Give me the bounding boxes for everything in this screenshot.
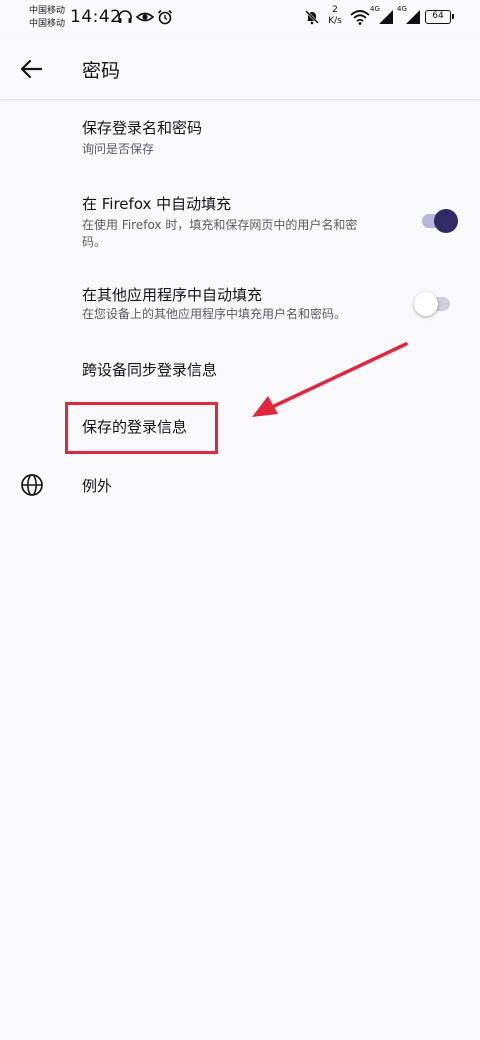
carrier-1: 中国移动 bbox=[29, 6, 66, 16]
autofill-other-apps-subtitle: 在您设备上的其他应用程序中填充用户名和密码。 bbox=[82, 307, 347, 321]
exceptions-title: 例外 bbox=[82, 477, 113, 495]
autofill-firefox-toggle[interactable] bbox=[422, 209, 458, 233]
globe-icon bbox=[21, 474, 43, 496]
eye-icon bbox=[136, 12, 154, 22]
autofill-other-apps-title: 在其他应用程序中自动填充 bbox=[82, 286, 263, 304]
app-bar: 密码 bbox=[0, 36, 480, 100]
alarm-icon bbox=[157, 9, 173, 25]
toggle-knob bbox=[434, 209, 458, 233]
annotation-highlight-box bbox=[65, 402, 218, 454]
mute-icon bbox=[305, 10, 319, 25]
autofill-other-apps-setting[interactable]: 在其他应用程序中自动填充 在您设备上的其他应用程序中填充用户名和密码。 bbox=[82, 285, 402, 323]
speed-unit: K/s bbox=[328, 16, 342, 26]
annotation-arrow bbox=[252, 342, 408, 417]
toggle-knob bbox=[414, 292, 438, 316]
battery-indicator: 64 bbox=[425, 10, 454, 24]
save-logins-subtitle: 询问是否保存 bbox=[82, 142, 155, 156]
autofill-firefox-subtitle-line2: 码。 bbox=[82, 235, 107, 249]
exceptions-item[interactable]: 例外 bbox=[82, 476, 112, 496]
page-title: 密码 bbox=[82, 60, 121, 82]
autofill-other-apps-toggle[interactable] bbox=[414, 292, 450, 316]
headphones-icon bbox=[118, 10, 132, 23]
status-time: 14:42 bbox=[70, 7, 122, 27]
sync-logins-title: 跨设备同步登录信息 bbox=[82, 361, 218, 379]
network-speed: 2 K/s bbox=[326, 5, 344, 27]
carrier-2: 中国移动 bbox=[29, 19, 66, 29]
autofill-firefox-title: 在 Firefox 中自动填充 bbox=[82, 195, 232, 213]
signal-icon-2 bbox=[406, 10, 420, 24]
signal-icon-1 bbox=[379, 10, 393, 24]
wifi-icon bbox=[350, 10, 370, 25]
save-logins-title: 保存登录名和密码 bbox=[82, 119, 203, 137]
carrier-labels: 中国移动 中国移动 bbox=[29, 5, 65, 31]
autofill-firefox-subtitle-line1: 在使用 Firefox 时，填充和保存网页中的用户名和密 bbox=[82, 218, 358, 232]
back-arrow-icon[interactable] bbox=[18, 56, 44, 82]
save-logins-setting[interactable]: 保存登录名和密码 询问是否保存 bbox=[82, 118, 202, 158]
autofill-firefox-subtitle: 在使用 Firefox 时，填充和保存网页中的用户名和密 码。 bbox=[82, 217, 402, 251]
speed-value: 2 bbox=[332, 5, 338, 15]
status-bar: 中国移动 中国移动 14:42 2 K/s 4G 4G 64 bbox=[0, 0, 480, 36]
autofill-firefox-setting[interactable]: 在 Firefox 中自动填充 在使用 Firefox 时，填充和保存网页中的用… bbox=[82, 194, 402, 251]
sync-logins-item[interactable]: 跨设备同步登录信息 bbox=[82, 360, 217, 380]
